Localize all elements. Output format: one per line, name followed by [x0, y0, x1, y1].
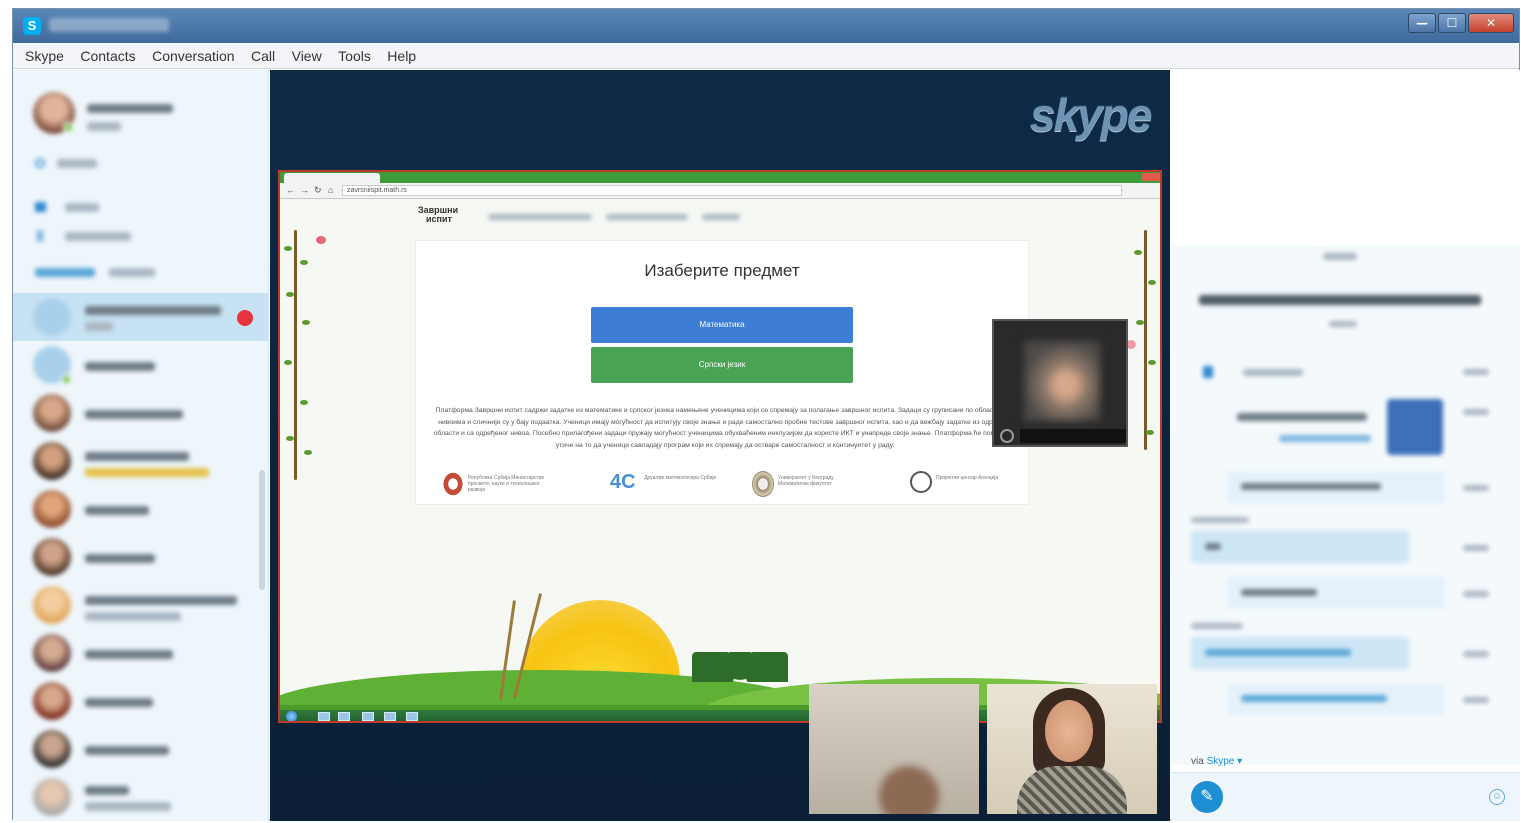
menu-conversation[interactable]: Conversation — [152, 48, 235, 64]
nav-link[interactable] — [702, 214, 740, 220]
window-title-blurred — [49, 18, 169, 32]
menu-call[interactable]: Call — [251, 48, 275, 64]
forward-icon[interactable]: → — [300, 185, 309, 195]
participant-video[interactable] — [809, 684, 979, 814]
serbia-coat-of-arms-icon — [442, 471, 464, 497]
subject-card: Изаберите предмет Математика Српски јези… — [415, 240, 1029, 505]
menu-tools[interactable]: Tools — [338, 48, 371, 64]
call-stage: skype ← → ↻ ⌂ zavrsniispit.math.rs Заврш… — [270, 70, 1170, 821]
group-call-message — [1243, 369, 1303, 376]
sender-name — [1191, 517, 1249, 523]
message-composer[interactable]: ✎ ☺ — [1171, 772, 1520, 821]
taskbar-app-icon[interactable] — [362, 712, 374, 721]
page-title: Изаберите предмет — [644, 261, 800, 280]
browser-close-icon[interactable] — [1142, 173, 1160, 181]
site-logo[interactable]: Завршни испит — [418, 206, 478, 224]
serbian-button[interactable]: Српски језик — [591, 347, 853, 383]
chat-panel: via Skype ▾ ✎ ☺ — [1171, 70, 1520, 821]
menu-skype[interactable]: Skype — [25, 48, 64, 64]
menu-bar: Skype Contacts Conversation Call View To… — [13, 43, 1519, 69]
phone-icon — [1203, 366, 1213, 378]
math-button[interactable]: Математика — [591, 307, 853, 343]
phone-icon — [37, 230, 43, 242]
minimize-button[interactable]: — — [1408, 13, 1436, 33]
taskbar-app-icon[interactable] — [318, 712, 330, 721]
start-button-icon[interactable] — [286, 711, 297, 721]
browser-titlebar — [280, 172, 1160, 183]
menu-view[interactable]: View — [292, 48, 322, 64]
back-icon[interactable]: ← — [286, 185, 295, 195]
close-button[interactable]: ✕ — [1468, 13, 1514, 33]
skype-window: S — ☐ ✕ Skype Contacts Conversation Call… — [12, 8, 1520, 821]
taskbar-app-icon[interactable] — [338, 712, 350, 721]
home-icon — [35, 202, 46, 212]
webpage: Завршни испит Изаберите предмет Математи… — [280, 200, 1160, 721]
taskbar-app-icon[interactable] — [406, 712, 418, 721]
browser-tab[interactable] — [284, 173, 380, 183]
dms-logo-icon: 4C — [610, 471, 636, 493]
via-skype-selector[interactable]: via Skype ▾ — [1191, 756, 1242, 767]
attach-file-icon[interactable]: ✎ — [1191, 781, 1223, 813]
chat-message — [1191, 531, 1409, 563]
address-bar[interactable]: zavrsniispit.math.rs — [342, 185, 1122, 196]
sender-name — [1191, 623, 1243, 629]
end-call-icon[interactable] — [237, 310, 253, 326]
taskbar-app-icon[interactable] — [384, 712, 396, 721]
university-seal-icon — [752, 471, 774, 497]
reload-icon[interactable]: ↻ — [314, 185, 322, 196]
shared-screen: ← → ↻ ⌂ zavrsniispit.math.rs Завршни исп… — [278, 170, 1162, 723]
camera-toggle-icon[interactable] — [1000, 429, 1014, 443]
chat-history — [1171, 245, 1520, 765]
project-center-logo-icon — [910, 471, 932, 493]
nav-link[interactable] — [606, 214, 688, 220]
online-status-icon — [63, 122, 74, 133]
title-bar: S — ☐ ✕ — [13, 9, 1519, 43]
trees-illustration — [692, 652, 788, 682]
browser-toolbar: ← → ↻ ⌂ zavrsniispit.math.rs — [280, 183, 1160, 199]
contacts-scrollbar[interactable] — [259, 470, 265, 590]
file-icon[interactable] — [1387, 399, 1443, 455]
platform-description: Платформа Завршни испит садржи задатке и… — [433, 407, 1017, 449]
emoticon-icon[interactable]: ☺ — [1489, 789, 1505, 805]
menu-help[interactable]: Help — [387, 48, 416, 64]
file-message — [1237, 413, 1367, 421]
maximize-button[interactable]: ☐ — [1438, 13, 1466, 33]
search-icon — [35, 158, 45, 168]
nav-link[interactable] — [488, 214, 592, 220]
menu-contacts[interactable]: Contacts — [80, 48, 135, 64]
skype-logo-icon: S — [23, 17, 41, 35]
participant-video[interactable] — [987, 684, 1157, 814]
preview-controls[interactable] — [1020, 429, 1126, 443]
self-preview-video[interactable] — [992, 319, 1128, 447]
system-message — [1199, 295, 1481, 305]
skype-brand-watermark: skype — [1030, 89, 1152, 141]
group-avatar — [33, 298, 71, 336]
home-icon[interactable]: ⌂ — [328, 185, 333, 195]
date-divider — [1323, 253, 1357, 260]
contacts-sidebar — [13, 70, 269, 821]
